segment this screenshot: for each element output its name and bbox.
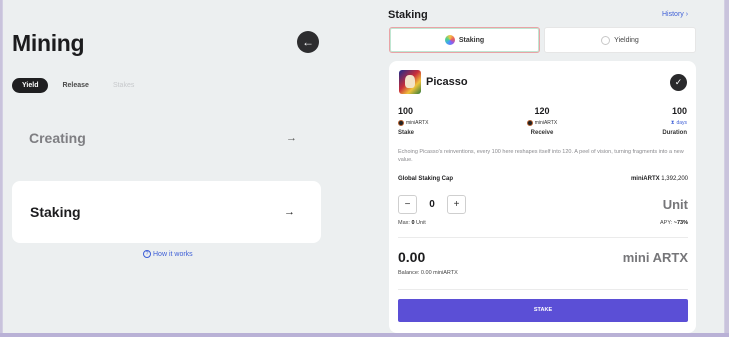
rainbow-dot-icon <box>444 35 455 45</box>
hourglass-icon: ⧗ <box>670 120 675 126</box>
stat-token: miniARTX <box>398 120 478 126</box>
staking-label: Staking <box>30 204 81 220</box>
segment-staking-label: Staking <box>458 36 485 44</box>
chevron-right-icon: › <box>685 11 689 18</box>
help-circle-icon: ? <box>143 250 151 258</box>
staking-heading: Staking <box>388 9 428 21</box>
stat-value: 100 <box>398 106 414 116</box>
check-icon[interactable]: ✓ <box>670 74 687 91</box>
creating-label: Creating <box>29 130 86 146</box>
quantity-stepper: − 0 + <box>398 195 466 214</box>
divider <box>398 289 688 290</box>
stat-token: miniARTX <box>502 120 582 126</box>
cap-value: 1,392,200 <box>661 176 688 182</box>
max-unit: Unit <box>416 220 426 226</box>
arrow-right-icon: → <box>286 132 297 144</box>
arrow-right-icon: → <box>284 206 295 218</box>
unit-label: Unit <box>662 197 688 212</box>
arrow-left-icon[interactable]: ← <box>297 31 319 53</box>
pool-description: Echoing Picasso's reinventions, every 10… <box>398 149 684 163</box>
stat-label: Stake <box>398 130 415 136</box>
stake-button[interactable]: STAKE <box>398 299 688 322</box>
token-coin-icon <box>398 120 404 126</box>
quantity-value[interactable]: 0 <box>427 199 437 210</box>
segment-yielding-label: Yielding <box>614 36 639 44</box>
amount-unit: mini ARTX <box>622 250 688 265</box>
tab-release[interactable]: Release <box>52 78 98 93</box>
amount-value: 0.00 <box>398 249 426 265</box>
how-it-works-label: How it works <box>153 250 193 258</box>
tab-yield[interactable]: Yield <box>12 78 49 93</box>
staking-cap-row: Global Staking Cap miniARTX 1,392,200 <box>398 176 688 182</box>
staking-row[interactable]: Staking → <box>12 181 321 243</box>
increment-button[interactable]: + <box>447 195 466 214</box>
bottom-band <box>0 333 729 337</box>
apy-info: APY: ~73% <box>619 220 688 226</box>
apy-value: ~73% <box>673 220 688 226</box>
cap-value-group: miniARTX 1,392,200 <box>631 176 688 182</box>
stat-label: Duration <box>662 130 687 136</box>
balance-text: Balance: 0.00 miniARTX <box>398 270 458 276</box>
pool-name: Picasso <box>426 76 468 88</box>
page-title: Mining <box>12 30 85 56</box>
picasso-avatar <box>399 70 421 94</box>
history-label: History <box>662 11 684 18</box>
history-link[interactable]: History › <box>662 11 688 18</box>
max-label: Max: <box>398 220 410 226</box>
max-info: Max: 0 Unit <box>398 220 426 226</box>
creating-row[interactable]: Creating → <box>29 128 297 148</box>
segment-yielding[interactable]: Yielding <box>544 27 696 53</box>
apy-label: APY: <box>660 220 673 226</box>
stat-stake: 100 miniARTX Stake <box>398 106 478 136</box>
stat-value: 100 <box>671 106 687 116</box>
stat-label: Receive <box>530 130 554 136</box>
how-it-works-link[interactable]: ? How it works <box>143 250 193 258</box>
tab-stakes[interactable]: Stakes <box>103 78 144 93</box>
decrement-button[interactable]: − <box>398 195 417 214</box>
max-value: 0 <box>411 220 415 226</box>
stat-token-label: miniARTX <box>406 120 429 126</box>
stat-token: ⧗ days <box>607 120 687 126</box>
empty-circle-icon <box>601 35 611 45</box>
stat-token-label: days <box>676 120 687 126</box>
cap-label: Global Staking Cap <box>398 176 454 182</box>
stake-card: Picasso ✓ 100 miniARTX Stake 120 miniART… <box>389 61 696 333</box>
segment-staking[interactable]: Staking <box>389 27 540 53</box>
divider <box>398 237 688 238</box>
stat-receive: 120 miniARTX Receive <box>502 106 582 136</box>
stat-token-label: miniARTX <box>534 120 558 126</box>
stat-duration: 100 ⧗ days Duration <box>607 106 687 136</box>
stat-value: 120 <box>534 106 550 116</box>
app-frame: Mining ← Yield Release Stakes Creating →… <box>2 0 725 333</box>
token-coin-icon <box>526 120 533 126</box>
cap-token: miniARTX <box>630 176 660 182</box>
mining-tabs: Yield Release Stakes <box>12 78 144 93</box>
